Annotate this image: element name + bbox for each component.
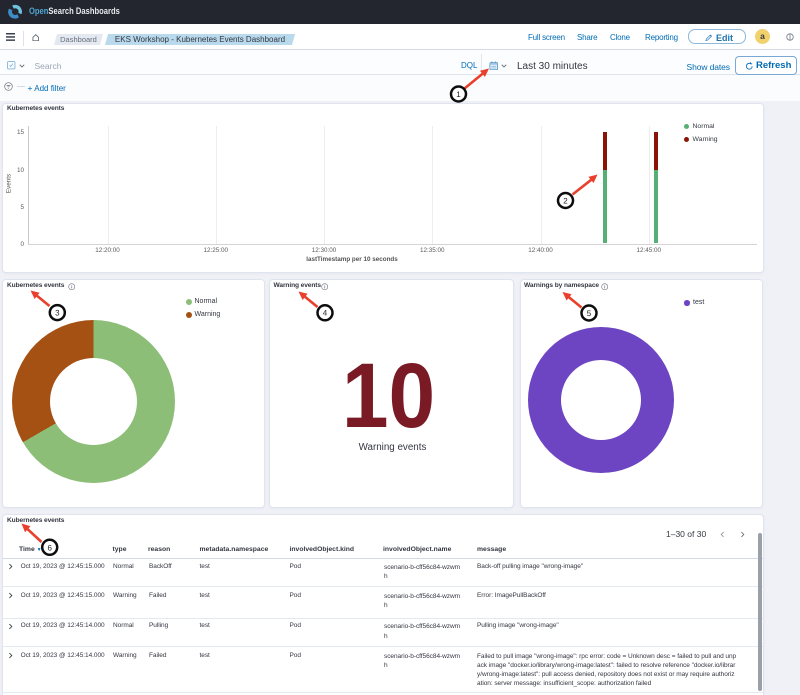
svg-text:4: 4 [323,309,328,318]
svg-text:1: 1 [456,90,461,99]
svg-text:5: 5 [587,309,592,318]
svg-text:2: 2 [563,197,568,206]
svg-text:6: 6 [47,543,52,552]
svg-text:3: 3 [55,309,60,318]
